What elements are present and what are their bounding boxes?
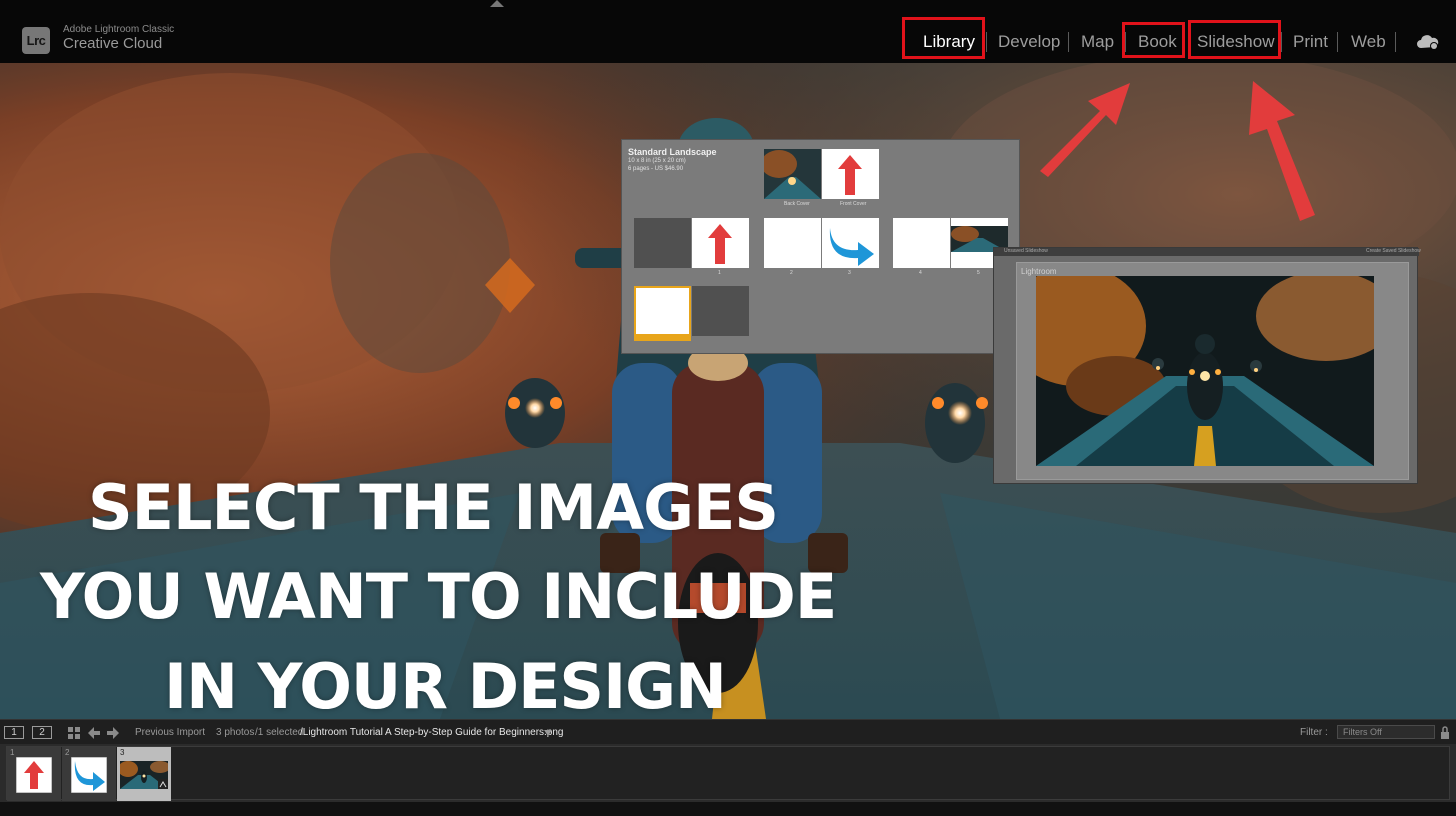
filmstrip-toolbar: 1 2 Previous Import 3 photos /1 selected…	[0, 719, 1456, 744]
slideshow-module-preview: Unsaved Slideshow Create Saved Slideshow…	[993, 247, 1421, 484]
selected-page-indicator	[634, 336, 691, 341]
red-arrow-to-book-icon	[1040, 83, 1130, 177]
filmstrip-track: 1 2 3	[6, 746, 1450, 801]
cell-number: 1	[10, 748, 15, 757]
book-size: 10 x 8 in (25 x 20 cm)	[628, 158, 686, 164]
module-divider	[1068, 32, 1069, 52]
book-page-3[interactable]	[822, 218, 879, 268]
front-cover-label: Front Cover	[840, 201, 867, 207]
top-bar: Lrc Adobe Lightroom Classic Creative Clo…	[0, 0, 1456, 63]
book-highlight-box	[1122, 22, 1185, 58]
filmstrip-cell[interactable]: 1	[7, 747, 61, 801]
photo-count: 3 photos	[216, 727, 255, 738]
filmstrip-cell-selected[interactable]: 3	[117, 747, 171, 801]
forward-arrow-icon[interactable]	[107, 727, 119, 739]
module-divider	[1281, 32, 1282, 52]
module-map[interactable]: Map	[1081, 21, 1114, 61]
book-back-cover[interactable]	[764, 149, 821, 199]
lrc-logo: Lrc	[22, 27, 50, 54]
filmstrip-cell[interactable]: 2	[62, 747, 116, 801]
library-highlight-box	[902, 17, 985, 59]
slide-identity-plate: Lightroom	[1021, 267, 1057, 276]
module-print[interactable]: Print	[1293, 21, 1328, 61]
brand-name-large: Creative Cloud	[63, 35, 163, 52]
slide-image[interactable]	[1036, 276, 1374, 466]
brand-name-small: Adobe Lightroom Classic	[63, 24, 175, 35]
filter-preset-select[interactable]: Filters Off	[1337, 725, 1435, 739]
grid-view-icon[interactable]	[68, 727, 80, 739]
filmstrip: 1 2 3	[0, 744, 1456, 802]
badge-icon	[158, 779, 168, 789]
bottom-panel-bar	[0, 802, 1456, 816]
page-number: 2	[790, 270, 793, 276]
module-develop[interactable]: Develop	[998, 21, 1060, 61]
book-page-blank[interactable]	[634, 218, 691, 268]
module-divider	[1395, 32, 1396, 52]
red-arrow-thumbnail	[16, 757, 52, 793]
module-web[interactable]: Web	[1351, 21, 1386, 61]
module-divider	[986, 32, 987, 52]
cell-number: 2	[65, 748, 70, 757]
secondary-window-button[interactable]: 2	[32, 726, 52, 739]
page-number: 3	[848, 270, 851, 276]
overlay-headline-line3: IN YOUR DESIGN	[164, 650, 727, 719]
book-module-preview: Standard Landscape 10 x 8 in (25 x 20 cm…	[621, 139, 1020, 354]
book-page-2[interactable]	[764, 218, 821, 268]
book-page-selected[interactable]	[634, 286, 691, 336]
primary-window-button[interactable]: 1	[4, 726, 24, 739]
dropdown-icon[interactable]	[544, 730, 552, 736]
slideshow-collection-name: Unsaved Slideshow	[1004, 248, 1048, 254]
book-price: 6 pages - US $46.90	[628, 166, 684, 172]
page-number: 4	[919, 270, 922, 276]
back-arrow-icon[interactable]	[88, 727, 100, 739]
book-page-1[interactable]	[692, 218, 749, 268]
selected-count: /1 selected	[255, 727, 304, 738]
module-divider	[1337, 32, 1338, 52]
collapse-panel-caret-icon[interactable]	[490, 0, 504, 7]
book-page-4[interactable]	[893, 218, 950, 268]
filter-lock-icon[interactable]	[1440, 726, 1450, 740]
overlay-headline-line1: SELECT THE IMAGES	[88, 471, 779, 544]
back-cover-label: Back Cover	[784, 201, 810, 207]
filter-label: Filter :	[1300, 727, 1328, 738]
book-front-cover[interactable]	[822, 149, 879, 199]
red-arrow-to-slideshow-icon	[1249, 81, 1315, 221]
filmstrip-source[interactable]: Previous Import	[135, 727, 205, 738]
slideshow-header: Unsaved Slideshow Create Saved Slideshow	[994, 248, 1421, 256]
page-number: 1	[718, 270, 721, 276]
book-page-blank[interactable]	[692, 286, 749, 336]
book-title: Standard Landscape	[628, 147, 717, 157]
cloud-sync-icon[interactable]	[1416, 33, 1440, 51]
create-saved-slideshow-button[interactable]: Create Saved Slideshow	[1366, 248, 1421, 254]
blue-arrow-thumbnail	[71, 757, 107, 793]
selected-filename[interactable]: /Lightroom Tutorial A Step-by-Step Guide…	[300, 727, 564, 738]
slide-editor: Lightroom	[1016, 262, 1409, 480]
page-number: 5	[977, 270, 980, 276]
overlay-headline-line2: YOU WANT TO INCLUDE	[40, 560, 837, 633]
slideshow-highlight-box	[1188, 20, 1281, 59]
cell-number: 3	[120, 748, 125, 757]
